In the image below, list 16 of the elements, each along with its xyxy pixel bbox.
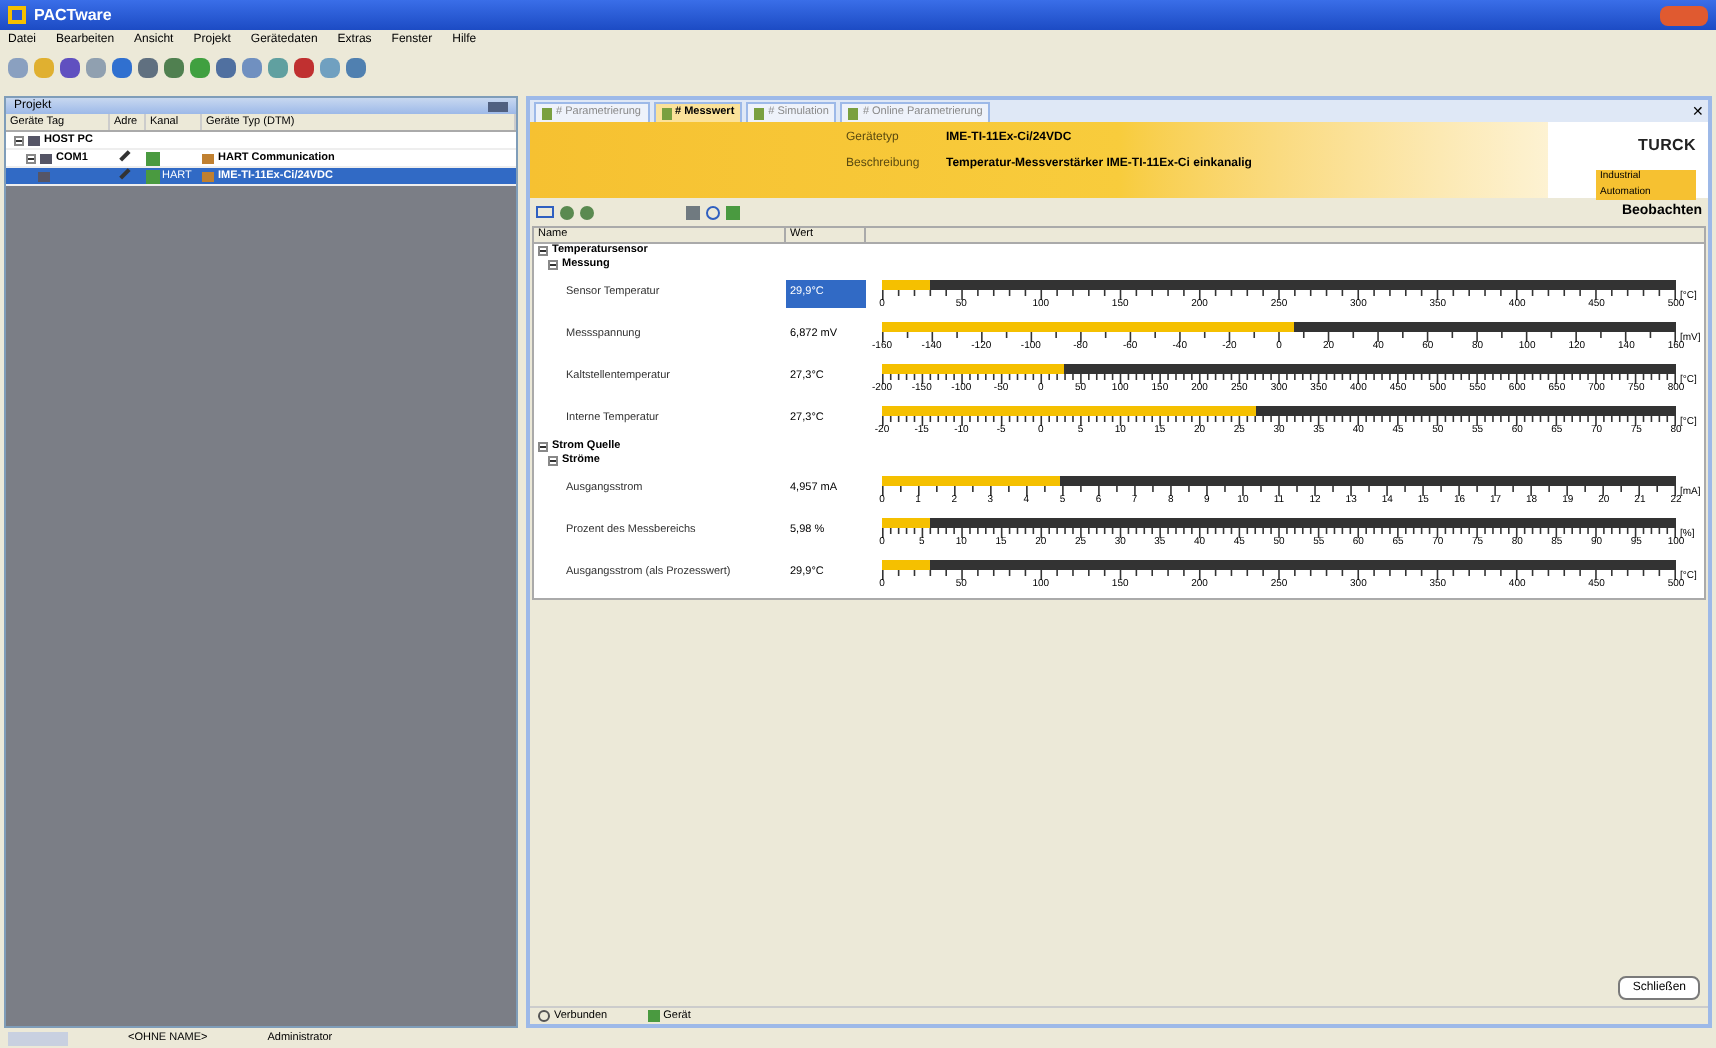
expander-icon[interactable] — [14, 135, 24, 145]
connection-icon — [538, 1010, 550, 1022]
expander-icon[interactable] — [538, 246, 548, 256]
view-icon[interactable] — [536, 206, 554, 218]
logo-text: TURCK — [1638, 134, 1696, 158]
expander-icon[interactable] — [548, 260, 558, 270]
device-icon — [647, 1010, 660, 1022]
network-icon[interactable] — [726, 205, 740, 219]
status-icon — [8, 1031, 68, 1045]
expander-icon[interactable] — [538, 442, 548, 452]
search-icon[interactable] — [706, 205, 720, 219]
expander-icon[interactable] — [548, 456, 558, 466]
expander-icon[interactable] — [26, 153, 36, 163]
app-icon — [8, 6, 26, 24]
pin-close-icon[interactable] — [488, 101, 508, 111]
window-title: PACTware — [34, 3, 112, 27]
